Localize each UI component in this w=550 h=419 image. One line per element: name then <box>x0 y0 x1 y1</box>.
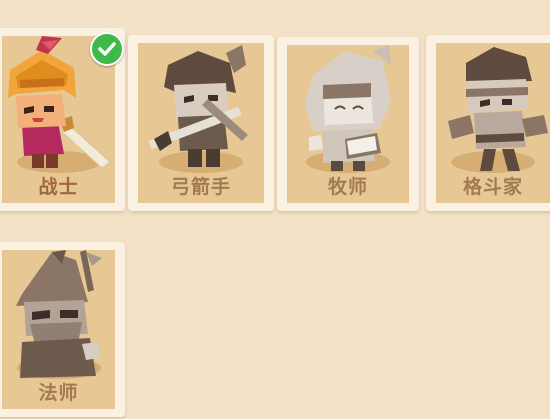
hero-card-panel: 法师 <box>2 250 115 409</box>
hero-card-fighter[interactable]: 格斗家 <box>426 35 550 211</box>
hero-card-mage[interactable]: 法师 <box>0 242 125 417</box>
hero-name-warrior: 战士 <box>38 176 79 198</box>
fighter-boxer-icon <box>448 47 548 171</box>
hero-name-archer: 弓箭手 <box>170 176 231 198</box>
archer-crossbow-icon <box>148 45 248 167</box>
priest-hooded-book-icon <box>305 45 391 171</box>
hero-card-panel: 弓箭手 <box>138 43 264 203</box>
hero-card-warrior[interactable]: 战士 <box>0 28 125 211</box>
hero-name-priest: 牧师 <box>327 176 368 198</box>
hero-name-fighter: 格斗家 <box>462 176 523 198</box>
hero-card-priest[interactable]: 牧师 <box>277 37 419 211</box>
hero-card-archer[interactable]: 弓箭手 <box>128 35 274 211</box>
selected-check-icon <box>90 32 124 66</box>
hero-card-panel: 格斗家 <box>436 43 550 203</box>
mage-wizard-hat-icon <box>16 250 102 378</box>
hero-card-panel: 牧师 <box>287 45 409 203</box>
hero-name-mage: 法师 <box>38 382 79 404</box>
